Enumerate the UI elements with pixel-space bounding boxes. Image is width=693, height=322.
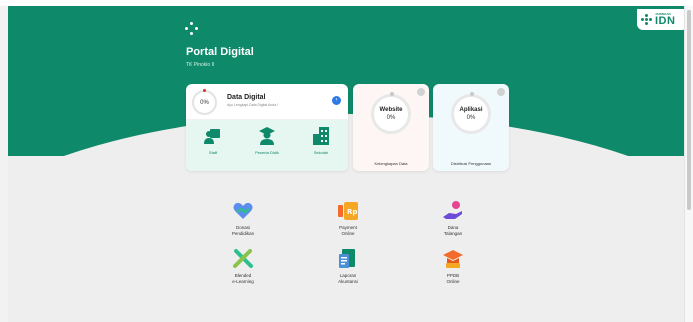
menu-label: Payment Online — [339, 225, 357, 237]
shortcut-staff-label: Staff — [208, 150, 218, 155]
website-title: Website — [379, 107, 403, 113]
shortcut-peserta-didik-label: Peserta Didik — [255, 150, 279, 155]
aplikasi-percent: 0% — [466, 115, 476, 121]
data-digital-subtitle: Ayo Lengkapi Data Digital Anda ! — [227, 103, 279, 107]
data-digital-card: 0% Data Digital Ayo Lengkapi Data Digita… — [186, 84, 348, 171]
svg-text:Rp: Rp — [347, 208, 357, 216]
idn-logo-icon — [641, 14, 652, 25]
menu-label: Blended e-Learning — [232, 273, 254, 285]
menu-laporan-akuntansi[interactable]: Laporan Akuntansi — [318, 248, 378, 285]
building-icon — [313, 127, 329, 145]
aplikasi-card[interactable]: Aplikasi 0% Distribusi Penggunaan — [433, 84, 509, 171]
website-caption: Kelengkapan Data — [374, 161, 408, 166]
payment-icon: Rp — [338, 202, 358, 220]
data-digital-shortcuts: Staff Peserta Didik Sekolah — [186, 120, 348, 171]
menu-dana-talangan[interactable]: Dana Talangan — [423, 200, 483, 237]
brand-name: IDN — [655, 14, 676, 27]
data-digital-percent: 0% — [200, 99, 209, 106]
aplikasi-progress-ring: Aplikasi 0% — [451, 92, 491, 134]
shortcut-sekolah-label: Sekolah — [313, 150, 329, 155]
menu-label: PPDB Online — [446, 273, 460, 285]
staff-icon — [204, 129, 220, 144]
info-icon[interactable] — [497, 88, 505, 96]
website-card[interactable]: Website 0% Kelengkapan Data — [353, 84, 429, 171]
website-progress-ring: Website 0% — [371, 92, 411, 134]
hand-coin-icon — [443, 201, 462, 219]
jaringan-idn-logo: JARINGAN IDN — [637, 9, 688, 30]
heart-hands-icon — [233, 202, 253, 219]
menu-label: Donasi Pendidikan — [231, 225, 255, 237]
menu-label: Laporan Akuntansi — [338, 273, 358, 285]
shortcut-peserta-didik[interactable]: Peserta Didik — [244, 126, 290, 171]
graduation-cap-icon — [443, 250, 463, 268]
graduate-icon — [259, 127, 275, 145]
scrollbar-thumb[interactable] — [687, 10, 691, 210]
page-title: Portal Digital — [186, 46, 254, 58]
portal-logo-icon — [185, 22, 199, 36]
info-icon[interactable] — [417, 88, 425, 96]
website-percent: 0% — [386, 115, 396, 121]
menu-label: Dana Talangan — [443, 225, 463, 237]
menu-blended-elearning[interactable]: Blended e-Learning — [213, 248, 273, 285]
data-digital-header[interactable]: 0% Data Digital Ayo Lengkapi Data Digita… — [186, 84, 348, 120]
aplikasi-caption: Distribusi Penggunaan — [450, 161, 492, 166]
data-digital-progress: 0% — [192, 89, 217, 115]
chevron-right-icon[interactable]: › — [332, 96, 341, 105]
shortcut-staff[interactable]: Staff — [190, 126, 236, 171]
data-digital-title: Data Digital — [227, 94, 266, 101]
app-canvas: Portal Digital TK Pinokio II 0% Data Dig… — [8, 6, 684, 322]
menu-donasi-pendidikan[interactable]: Donasi Pendidikan — [213, 200, 273, 237]
menu-payment-online[interactable]: Rp Payment Online — [318, 200, 378, 237]
aplikasi-title: Aplikasi — [459, 107, 483, 113]
shortcut-sekolah[interactable]: Sekolah — [298, 126, 344, 171]
menu-ppdb-online[interactable]: PPDB Online — [423, 248, 483, 285]
report-icon — [339, 249, 355, 268]
blended-learning-icon — [233, 249, 253, 268]
scrollbar[interactable] — [684, 6, 693, 322]
school-name: TK Pinokio II — [186, 62, 215, 68]
